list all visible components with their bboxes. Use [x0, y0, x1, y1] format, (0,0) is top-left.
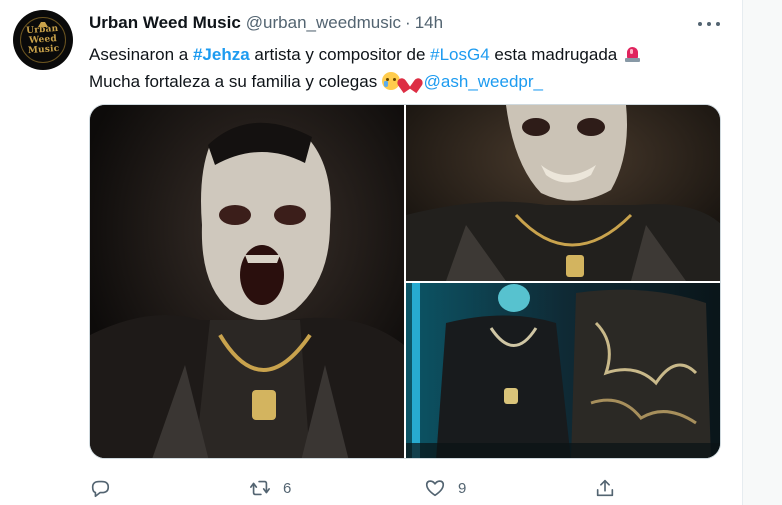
- photo-3-image: [406, 283, 720, 458]
- tweet[interactable]: Urban Weed Music Urban Weed Music @urban_…: [0, 0, 742, 505]
- tweet-header: Urban Weed Music @urban_weedmusic · 14h: [89, 13, 443, 33]
- retweet-button[interactable]: 6: [249, 474, 291, 502]
- like-count: 9: [458, 479, 467, 497]
- retweet-count: 6: [283, 479, 292, 497]
- photo-2-image: [406, 105, 720, 281]
- text-segment: artista y compositor de: [249, 45, 431, 64]
- tweet-text-line-1: Asesinaron a #Jehza artista y compositor…: [89, 41, 729, 68]
- media-grid: [89, 104, 721, 459]
- broken-heart-icon: [401, 73, 419, 90]
- share-button[interactable]: [594, 474, 628, 502]
- text-segment: Mucha fortaleza a su familia y colegas: [89, 72, 382, 91]
- right-gutter: [743, 0, 782, 505]
- tweet-actions: 6 9: [89, 474, 629, 502]
- tweet-timestamp[interactable]: 14h: [415, 13, 443, 32]
- mention-ash-weedpr[interactable]: @ash_weedpr_: [424, 72, 543, 91]
- hashtag-losg4[interactable]: #LosG4: [430, 45, 490, 64]
- tweet-text: Asesinaron a #Jehza artista y compositor…: [89, 41, 729, 95]
- photo-2[interactable]: [406, 105, 720, 281]
- retweet-icon: [250, 480, 270, 496]
- tweet-text-line-2: Mucha fortaleza a su familia y colegas @…: [89, 68, 729, 95]
- photo-1-image: [90, 105, 404, 458]
- more-dot-icon: [698, 22, 702, 26]
- text-segment: Asesinaron a: [89, 45, 193, 64]
- hashtag-jehza[interactable]: #Jehza: [193, 45, 250, 64]
- photo-1[interactable]: [90, 105, 404, 458]
- reply-button[interactable]: [89, 474, 123, 502]
- avatar[interactable]: Urban Weed Music: [13, 10, 73, 70]
- reply-icon: [91, 480, 110, 498]
- avatar-logo-text: Urban Weed Music: [25, 23, 60, 57]
- like-button[interactable]: 9: [424, 474, 466, 502]
- author-name[interactable]: Urban Weed Music: [89, 13, 241, 32]
- text-segment: esta madrugada: [489, 45, 618, 64]
- photo-3[interactable]: [406, 283, 720, 458]
- police-car-light-icon: [624, 45, 641, 63]
- share-icon: [596, 479, 614, 497]
- author-handle[interactable]: @urban_weedmusic: [246, 13, 401, 32]
- more-dot-icon: [716, 22, 720, 26]
- separator-dot: ·: [405, 13, 411, 32]
- more-dot-icon: [707, 22, 711, 26]
- heart-icon: [425, 480, 445, 497]
- more-options-button[interactable]: [698, 22, 720, 28]
